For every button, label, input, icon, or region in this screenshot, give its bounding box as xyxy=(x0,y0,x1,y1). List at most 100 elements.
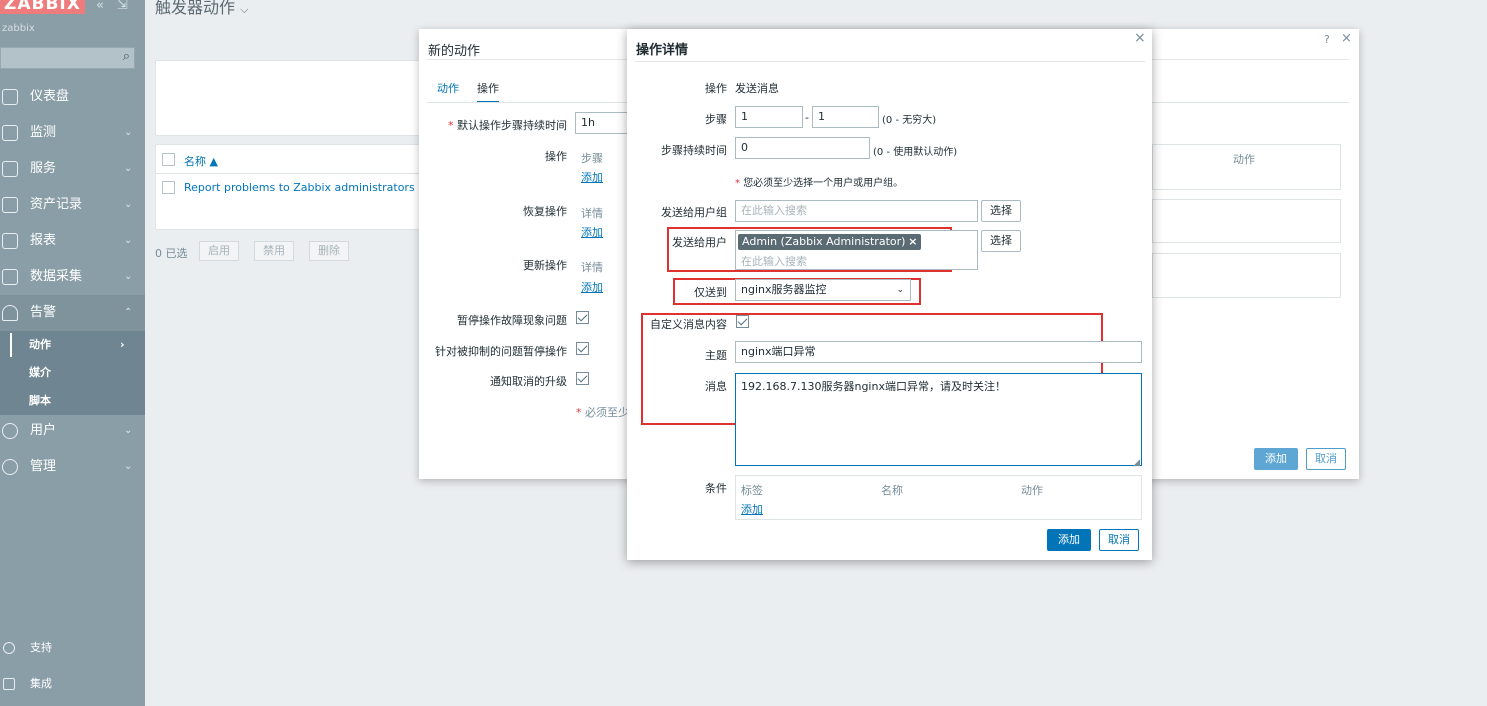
add-condition-link[interactable]: 添加 xyxy=(741,501,763,517)
tab-action[interactable]: 动作 xyxy=(437,80,459,96)
step-duration-input[interactable]: 0 xyxy=(735,137,870,159)
message-textarea[interactable]: 192.168.7.130服务器nginx端口异常，请及时关注！ ◢ xyxy=(735,373,1142,468)
operation-label: 操作 xyxy=(705,82,727,95)
resize-handle-icon[interactable]: ◢ xyxy=(1133,458,1140,468)
conditions-column-action: 动作 xyxy=(1021,484,1043,497)
message-label: 消息 xyxy=(705,380,727,393)
step-from-input[interactable]: 1 xyxy=(735,106,803,128)
row-checkbox[interactable] xyxy=(162,181,175,194)
chevron-down-icon: ⌄ xyxy=(124,163,133,174)
sidebar-item-monitoring[interactable]: 监测 ⌄ xyxy=(0,115,145,151)
subject-input[interactable]: nginx端口异常 xyxy=(735,341,1142,363)
pause-symptoms-label: 暂停操作故障现象问题 xyxy=(457,314,567,327)
actions-column-header: 动作 xyxy=(1233,153,1255,166)
sidebar-item-data-collection[interactable]: 数据采集 ⌄ xyxy=(0,259,145,295)
table-row-name[interactable]: Report problems to Zabbix administrators xyxy=(184,181,415,194)
selected-user-tag: Admin (Zabbix Administrator) × xyxy=(738,234,922,250)
update-table-right xyxy=(1152,253,1341,298)
data-collection-icon xyxy=(2,269,18,285)
enable-button[interactable]: 启用 xyxy=(199,241,239,261)
disable-button[interactable]: 禁用 xyxy=(254,241,294,261)
sidebar-item-label: 监测 xyxy=(30,125,57,140)
user-search-input[interactable]: 在此输入搜索 xyxy=(741,253,807,269)
users-icon xyxy=(2,423,18,439)
custom-message-checkbox[interactable] xyxy=(736,315,749,328)
expand-icon[interactable]: ⇲ xyxy=(117,0,128,13)
selected-count: 0 已选 xyxy=(155,247,188,260)
sidebar-item-administration[interactable]: 管理 ⌄ xyxy=(0,449,145,485)
sidebar-footer-label: 集成 xyxy=(30,677,52,690)
add-action-button[interactable]: 添加 xyxy=(1254,448,1298,470)
custom-message-label: 自定义消息内容 xyxy=(650,318,727,331)
sidebar-item-label: 数据采集 xyxy=(30,269,83,284)
chevron-down-icon: ⌵ xyxy=(240,3,249,16)
add-operation-button[interactable]: 添加 xyxy=(1047,529,1091,551)
sidebar-item-reports[interactable]: 报表 ⌄ xyxy=(0,223,145,259)
user-multiselect[interactable]: Admin (Zabbix Administrator) × 在此输入搜索 xyxy=(735,230,978,270)
sidebar-item-alerts[interactable]: 告警 ⌃ xyxy=(0,295,145,331)
sidebar: ZABBIX « ⇲ zabbix ⌕ 仪表盘 监测 ⌄ 服务 ⌄ 资产记录 ⌄… xyxy=(0,0,145,706)
conditions-column-name: 名称 xyxy=(881,484,903,497)
update-column-details: 详情 xyxy=(581,261,603,274)
sidebar-integrations[interactable]: 集成 xyxy=(0,670,145,698)
search-icon[interactable]: ⌕ xyxy=(123,49,130,64)
notify-cancel-label: 通知取消的升级 xyxy=(490,375,567,388)
dialog-title: 新的动作 xyxy=(428,44,481,59)
chevron-down-icon: ⌄ xyxy=(124,461,133,472)
tab-operations[interactable]: 操作 xyxy=(477,80,499,103)
inventory-icon xyxy=(2,197,18,213)
current-indicator xyxy=(10,333,12,357)
sidebar-subitem-scripts[interactable]: 脚本 xyxy=(0,387,145,415)
conditions-table: 标签 名称 动作 添加 xyxy=(735,475,1142,520)
sidebar-item-inventory[interactable]: 资产记录 ⌄ xyxy=(0,187,145,223)
sidebar-item-label: 仪表盘 xyxy=(30,89,70,104)
double-chevron-left-icon[interactable]: « xyxy=(96,0,104,13)
operation-value: 发送消息 xyxy=(735,82,779,95)
select-all-checkbox[interactable] xyxy=(162,153,175,166)
sidebar-subitem-media[interactable]: 媒介 xyxy=(0,359,145,387)
close-icon[interactable]: × xyxy=(1341,31,1352,46)
page-title[interactable]: 触发器动作 ⌵ xyxy=(155,0,248,18)
recovery-table-right xyxy=(1152,199,1341,243)
cancel-action-button[interactable]: 取消 xyxy=(1306,448,1346,470)
integrations-icon xyxy=(3,678,15,690)
operation-details-dialog: 操作详情 × 操作 发送消息 步骤 1 - 1 (0 - 无穷大) 步骤持续时间… xyxy=(627,29,1152,560)
sidebar-item-services[interactable]: 服务 ⌄ xyxy=(0,151,145,187)
sidebar-item-label: 报表 xyxy=(30,233,57,248)
sidebar-item-label: 服务 xyxy=(30,161,57,176)
chevron-down-icon: ⌄ xyxy=(124,127,133,138)
server-name: zabbix xyxy=(2,23,35,34)
step-hint: (0 - 无穷大) xyxy=(882,115,937,126)
sidebar-search-input[interactable]: ⌕ xyxy=(0,47,135,69)
user-group-search-input[interactable]: 在此输入搜索 xyxy=(735,200,978,222)
send-only-to-select[interactable]: nginx服务器监控 ⌄ xyxy=(735,279,911,301)
sidebar-item-dashboard[interactable]: 仪表盘 xyxy=(0,79,145,115)
sidebar-item-users[interactable]: 用户 ⌄ xyxy=(0,413,145,449)
delete-button[interactable]: 删除 xyxy=(309,241,349,261)
chevron-down-icon: ⌄ xyxy=(124,271,133,282)
steps-label: 步骤 xyxy=(705,113,727,126)
sidebar-item-label: 告警 xyxy=(30,305,57,320)
cancel-operation-button[interactable]: 取消 xyxy=(1099,529,1139,551)
remove-tag-icon[interactable]: × xyxy=(908,234,917,250)
sidebar-support[interactable]: 支持 xyxy=(0,634,145,662)
step-to-input[interactable]: 1 xyxy=(812,106,879,128)
select-users-button[interactable]: 选择 xyxy=(981,230,1021,252)
sidebar-subitem-actions[interactable]: 动作 › xyxy=(0,331,145,359)
step-duration-hint: (0 - 使用默认动作) xyxy=(873,147,958,158)
must-select-note: * 您必须至少选择一个用户或用户组。 xyxy=(735,178,904,189)
sidebar-item-label: 资产记录 xyxy=(30,197,83,212)
recovery-operations-label: 恢复操作 xyxy=(523,205,567,218)
help-icon[interactable]: ? xyxy=(1324,33,1330,46)
name-column-header[interactable]: 名称 ▲ xyxy=(184,153,218,169)
zabbix-logo[interactable]: ZABBIX xyxy=(0,0,85,14)
close-icon[interactable]: × xyxy=(1134,30,1146,46)
add-operation-link[interactable]: 添加 xyxy=(581,169,603,185)
chevron-down-icon: ⌄ xyxy=(124,199,133,210)
headset-icon xyxy=(3,642,15,654)
step-duration-label: 步骤持续时间 xyxy=(661,144,727,157)
select-groups-button[interactable]: 选择 xyxy=(981,200,1021,222)
monitoring-icon xyxy=(2,125,18,141)
services-icon xyxy=(2,161,18,177)
conditions-label: 条件 xyxy=(705,482,727,495)
